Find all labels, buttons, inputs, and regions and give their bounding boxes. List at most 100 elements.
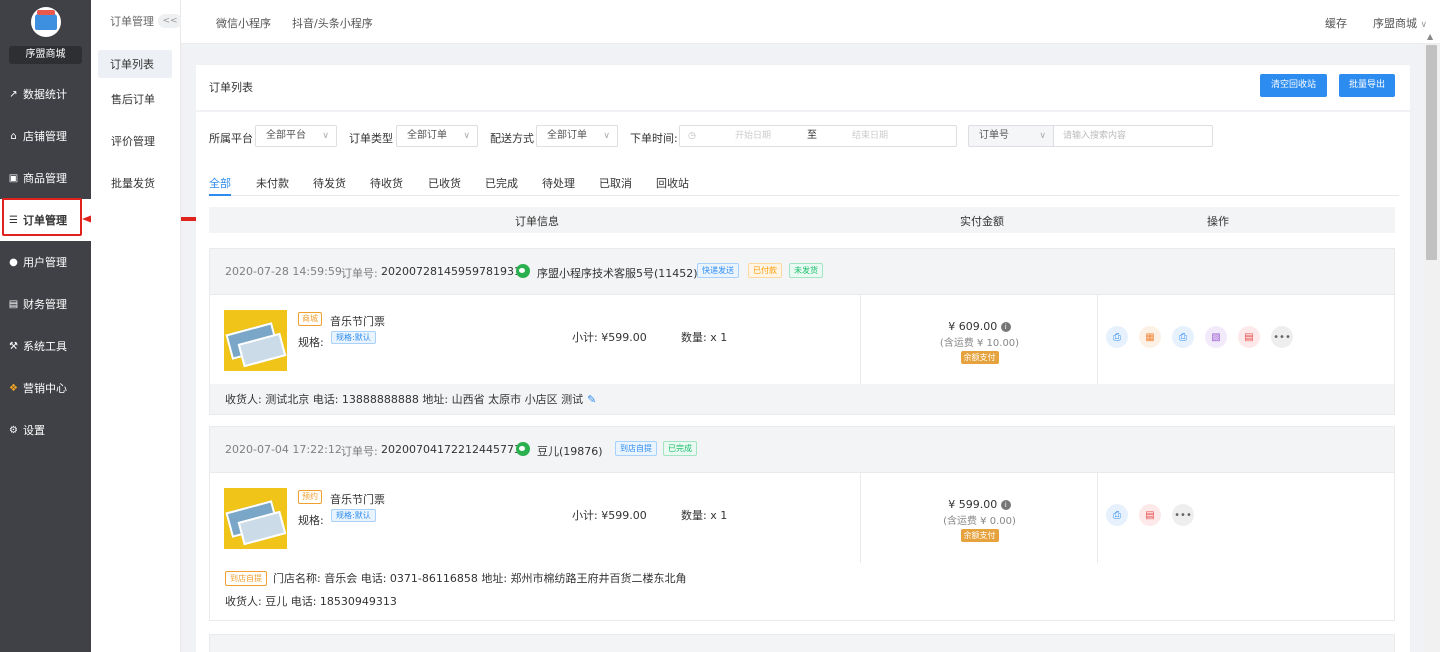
more-icon[interactable]: ••• [1271,326,1293,348]
product-name[interactable]: 音乐节门票 [330,491,385,507]
delivery-select[interactable]: 全部订单 ∨ [536,125,618,147]
shop-icon: ⌂ [10,130,17,142]
highlight-box [2,198,82,236]
order-card [209,634,1395,652]
collapse-button[interactable]: << [158,14,182,28]
table-header: 订单信息 实付金额 操作 [209,207,1395,233]
paid-tag: 已付款 [748,263,782,278]
tab-all[interactable]: 全部 [209,175,231,191]
chevron-down-icon: ∨ [603,131,610,141]
platform-label: 所属平台 [209,132,253,145]
wechat-icon [516,264,530,278]
shop-name: 序盟商城 [9,46,82,64]
info-icon[interactable]: i [1000,322,1011,332]
printer-icon[interactable]: ⎙ [1106,504,1128,526]
status-tag: 已完成 [663,441,697,456]
scrollbar[interactable]: ▲ [1423,32,1440,652]
sidebar-item-finance[interactable]: ▤ 财务管理 [0,283,91,325]
message-icon[interactable]: ▤ [1238,326,1260,348]
finance-icon: ▤ [8,298,19,310]
tab-to-ship[interactable]: 待发货 [313,175,346,191]
customer-name[interactable]: 豆儿(19876) [537,443,603,459]
batch-export-button[interactable]: 批量导出 [1339,74,1395,97]
info-icon[interactable]: i [1000,500,1011,510]
subnav-item-aftersale[interactable]: 售后订单 [91,78,180,120]
sidebar-item-marketing[interactable]: ❖ 营销中心 [0,367,91,409]
order-no-label: 订单号: [341,267,378,280]
order-footer: 收货人: 测试北京 电话: 13888888888 地址: 山西省 太原市 小店… [210,384,1394,414]
shop-logo[interactable] [31,7,61,37]
top-link-wechat[interactable]: 微信小程序 [216,15,271,31]
wrench-icon: ⚒ [9,340,18,352]
scrollbar-thumb[interactable] [1426,45,1437,260]
sidebar-item-users[interactable]: ● 用户管理 [0,241,91,283]
product-source-tag: 预约 [298,490,322,504]
product-thumbnail[interactable] [224,488,287,549]
scroll-up-icon[interactable]: ▲ [1427,32,1433,41]
wechat-icon [516,442,530,456]
start-date-input[interactable]: 开始日期 [735,126,771,146]
app: 序盟商城 ↗ 数据统计 ⌂ 店铺管理 ▣ 商品管理 ☰ 订单管理 ● 用户管理 ▤ 财务管理… [0,0,1440,652]
platform-select[interactable]: 全部平台 ∨ [255,125,337,147]
col-operations: 操作 [1207,215,1229,228]
tab-cancelled[interactable]: 已取消 [599,175,632,191]
main-menu: ↗ 数据统计 ⌂ 店铺管理 ▣ 商品管理 ☰ 订单管理 ● 用户管理 ▤ 财务管理 ⚒ 系统工… [0,73,91,451]
chevron-down-icon: ∨ [322,131,329,141]
subnav-item-order-list[interactable]: 订单列表 [98,50,172,78]
customer-name[interactable]: 序盟小程序技术客服5号(11452) [537,265,698,281]
clock-icon: ◷ [688,131,696,141]
search-field-select[interactable]: 订单号 ∨ [968,125,1054,147]
quantity: 数量: x 1 [681,509,728,522]
user-menu[interactable]: 序盟商城 ∨ [1373,15,1427,31]
clear-recycle-button[interactable]: 清空回收站 [1260,74,1327,97]
main-sidebar: 序盟商城 ↗ 数据统计 ⌂ 店铺管理 ▣ 商品管理 ☰ 订单管理 ● 用户管理 ▤ 财务管理… [0,0,91,652]
payment-badge: 余额支付 [960,529,999,542]
tab-received[interactable]: 已收货 [428,175,461,191]
receiver-info: 收货人: 豆儿 电话: 18530949313 [225,595,397,608]
search-input[interactable]: 请输入搜索内容 [1053,125,1213,147]
tab-unpaid[interactable]: 未付款 [256,175,289,191]
tab-pending[interactable]: 待处理 [542,175,575,191]
tab-recycle[interactable]: 回收站 [656,175,689,191]
sidebar-item-stats[interactable]: ↗ 数据统计 [0,73,91,115]
printer-icon[interactable]: ⎙ [1172,326,1194,348]
order-body: 预约 音乐节门票 规格: 规格:默认 小计: ¥599.00 数量: x 1 ¥… [210,472,1394,563]
subtotal: 小计: ¥599.00 [572,509,647,522]
order-no: 20200704172212445773 [381,443,521,456]
message-icon[interactable]: ▤ [1139,504,1161,526]
chevron-down-icon: ∨ [463,131,470,141]
subnav-item-batch-ship[interactable]: 批量发货 [91,162,180,204]
sidebar-item-shop[interactable]: ⌂ 店铺管理 [0,115,91,157]
delivery-tag: 快递发送 [697,263,739,278]
type-select[interactable]: 全部订单 ∨ [396,125,478,147]
order-header [210,635,1394,652]
sidebar-item-tools[interactable]: ⚒ 系统工具 [0,325,91,367]
box-icon[interactable]: ▦ [1139,326,1161,348]
subnav-item-reviews[interactable]: 评价管理 [91,120,180,162]
shipping-fee: (含运费 ¥ 10.00) [939,338,1020,349]
order-card: 2020-07-04 17:22:12 订单号: 202007041722124… [209,426,1395,621]
edit-icon[interactable]: ✎ [587,393,596,406]
sidebar-item-settings[interactable]: ⚙ 设置 [0,409,91,451]
date-range-picker[interactable]: ◷ 开始日期 至 结束日期 [679,125,957,147]
quantity: 数量: x 1 [681,331,728,344]
cache-link[interactable]: 缓存 [1325,15,1347,31]
product-name[interactable]: 音乐节门票 [330,313,385,329]
shipping-fee: (含运费 ¥ 0.00) [943,516,1016,527]
more-icon[interactable]: ••• [1172,504,1194,526]
order-header: 2020-07-04 17:22:12 订单号: 202007041722124… [210,427,1394,472]
tab-to-receive[interactable]: 待收货 [370,175,403,191]
goods-icon: ▣ [8,172,19,184]
tab-completed[interactable]: 已完成 [485,175,518,191]
order-amount: ¥ 599.00 i (含运费 ¥ 0.00) 余额支付 [861,498,1098,542]
end-date-input[interactable]: 结束日期 [852,126,888,146]
col-order-info: 订单信息 [515,215,559,228]
store-info: 到店自提 门店名称: 音乐会 电话: 0371-86116858 地址: 郑州市棉… [225,570,687,586]
product-thumbnail[interactable] [224,310,287,371]
order-no-label: 订单号: [341,445,378,458]
print-invoice-icon[interactable]: ⎙ [1106,326,1128,348]
shirt-icon[interactable]: ▧ [1205,326,1227,348]
sidebar-item-goods[interactable]: ▣ 商品管理 [0,157,91,199]
product-source-tag: 商城 [298,312,322,326]
top-link-douyin[interactable]: 抖音/头条小程序 [292,15,373,31]
